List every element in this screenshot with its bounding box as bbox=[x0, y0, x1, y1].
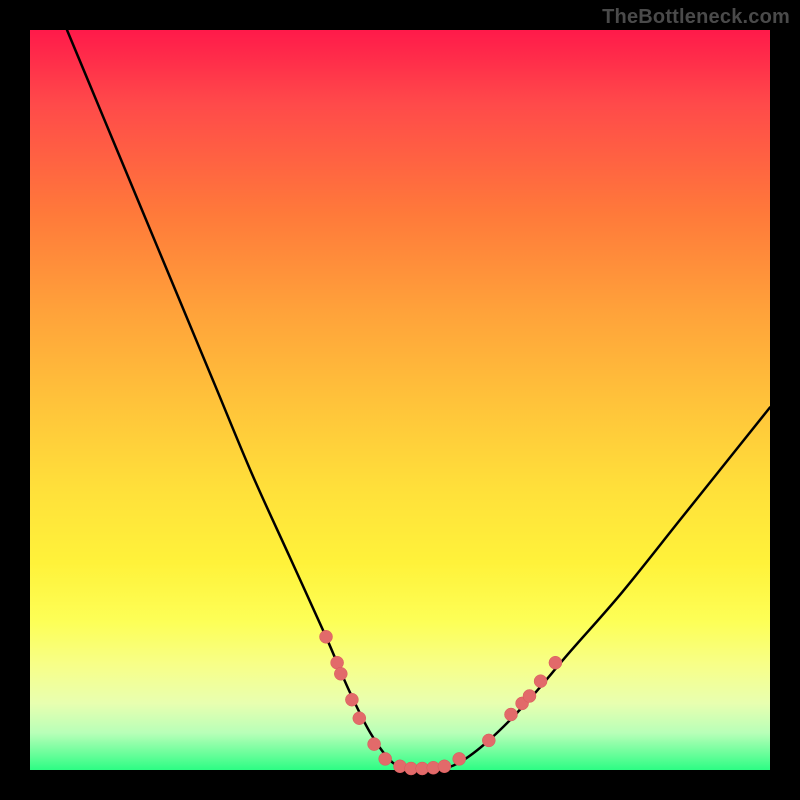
curve-marker bbox=[320, 630, 333, 643]
curve-marker bbox=[523, 690, 536, 703]
curve-marker bbox=[482, 734, 495, 747]
curve-marker bbox=[334, 667, 347, 680]
chart-plot-area bbox=[30, 30, 770, 770]
curve-marker bbox=[453, 752, 466, 765]
curve-marker bbox=[379, 752, 392, 765]
chart-svg bbox=[30, 30, 770, 770]
curve-marker bbox=[368, 738, 381, 751]
curve-marker bbox=[353, 712, 366, 725]
curve-marker bbox=[549, 656, 562, 669]
bottleneck-curve bbox=[67, 30, 770, 771]
curve-marker bbox=[438, 760, 451, 773]
watermark-text: TheBottleneck.com bbox=[602, 6, 790, 29]
curve-markers bbox=[320, 630, 562, 775]
curve-marker bbox=[534, 675, 547, 688]
curve-marker bbox=[505, 708, 518, 721]
curve-marker bbox=[345, 693, 358, 706]
curve-marker bbox=[394, 760, 407, 773]
